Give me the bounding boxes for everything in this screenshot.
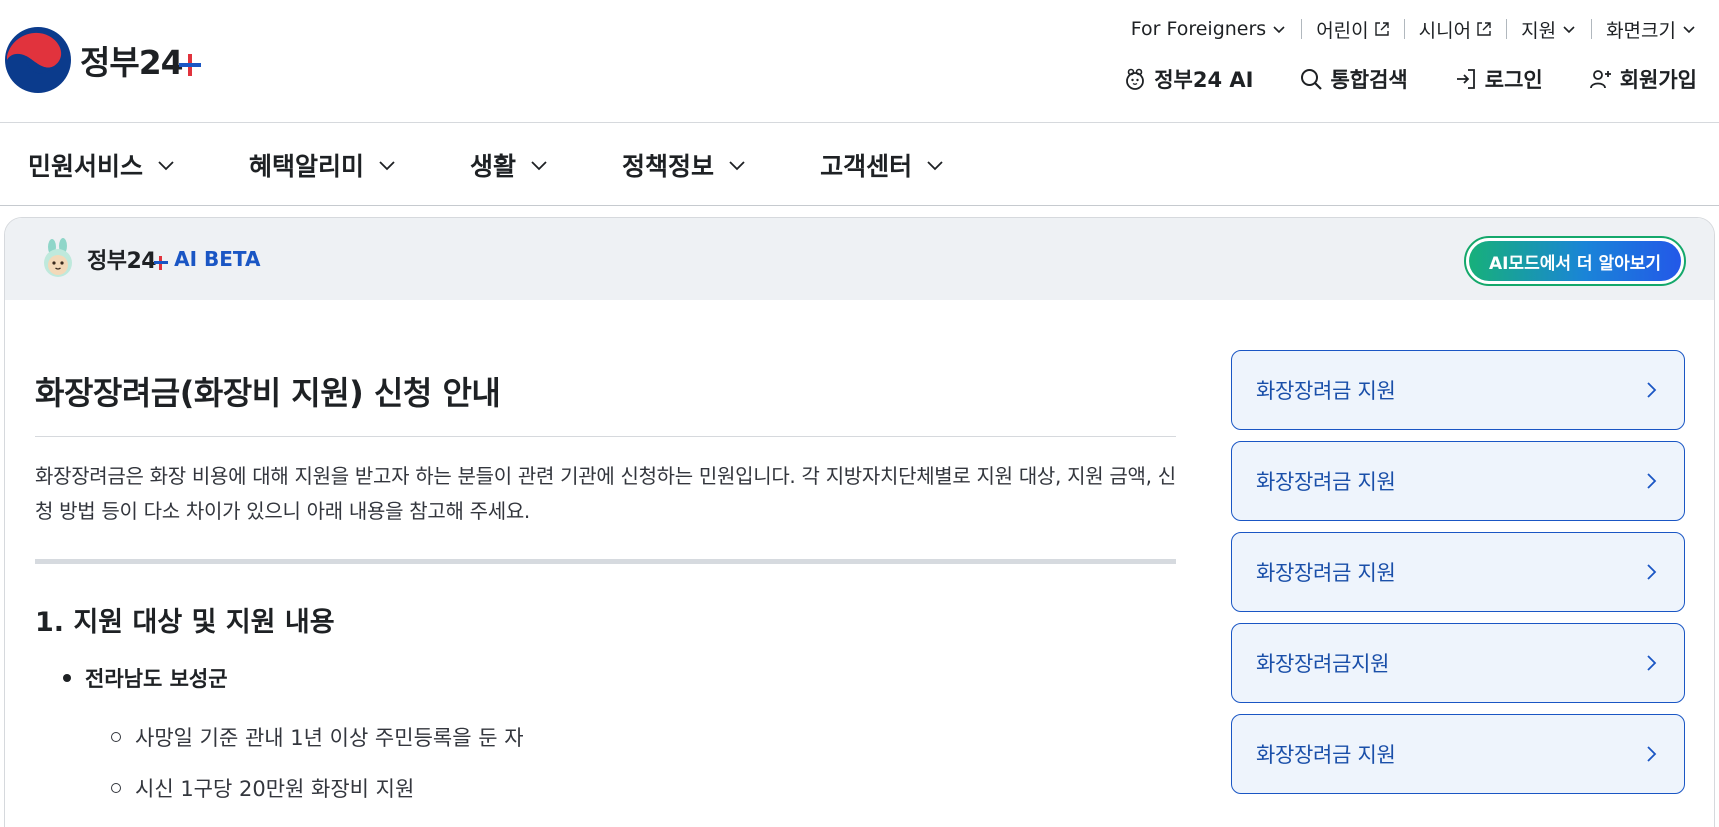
detail-item: 시신 1구당 20만원 화장비 지원 <box>111 762 1176 813</box>
rabbit-mascot-icon <box>44 238 72 277</box>
ai-mode-button[interactable]: AI모드에서 더 알아보기 <box>1464 236 1686 286</box>
gnb-item-benefit-alert[interactable]: 혜택알리미 <box>249 147 398 183</box>
related-service-card[interactable]: 화장장려금 지원 <box>1231 714 1685 794</box>
taegeuk-emblem-icon <box>5 27 71 93</box>
login-button[interactable]: 로그인 <box>1454 64 1543 94</box>
logo-wordmark: 정부24 <box>80 36 184 84</box>
site-header: 정부24 For Foreigners 어린이 시니어 지원 화면크기 정부24… <box>0 0 1719 123</box>
logo-plus-icon <box>154 256 169 270</box>
gov24-ai-label: 정부24 AI <box>1154 68 1254 92</box>
chevron-down-icon <box>379 161 395 171</box>
ai-brand-text: 정부24 <box>87 249 157 274</box>
section-divider <box>35 559 1176 564</box>
circle-bullet-icon <box>111 731 121 742</box>
chevron-down-icon <box>927 161 943 171</box>
detail-item: 사망일 기준 관내 1년 이상 주민등록을 둔 자 <box>111 711 1176 762</box>
chevron-right-icon <box>1647 382 1657 398</box>
ai-answer-panel: 정부24 AI BETA AI모드에서 더 알아보기 화장장려금(화장비 지원)… <box>4 217 1715 827</box>
answer-article: 화장장려금(화장비 지원) 신청 안내 화장장려금은 화장 비용에 대해 지원을… <box>35 368 1176 813</box>
main-utility-nav: 정부24 AI 통합검색 로그인 회원가입 <box>1077 64 1697 94</box>
related-service-label: 화장장려금 지원 <box>1256 743 1396 767</box>
chevron-down-icon <box>1273 26 1285 34</box>
gnb-item-life[interactable]: 생활 <box>470 147 550 183</box>
util-senior[interactable]: 시니어 <box>1405 16 1506 43</box>
related-service-card[interactable]: 화장장려금 지원 <box>1231 350 1685 430</box>
chevron-right-icon <box>1647 473 1657 489</box>
related-service-label: 화장장려금 지원 <box>1256 470 1396 494</box>
article-description: 화장장려금은 화장 비용에 대해 지원을 받고자 하는 분들이 관련 기관에 신… <box>35 464 1176 523</box>
related-service-label: 화장장려금지원 <box>1256 652 1390 676</box>
util-screen-size[interactable]: 화면크기 <box>1592 16 1697 43</box>
gnb-item-policy-info[interactable]: 정책정보 <box>622 147 748 183</box>
gnb-label: 혜택알리미 <box>249 152 365 181</box>
signup-button[interactable]: 회원가입 <box>1589 64 1697 94</box>
ai-logo: 정부24 AI BETA <box>37 238 260 280</box>
ai-beta-label: AI BETA <box>174 247 261 271</box>
chevron-right-icon <box>1647 655 1657 671</box>
mascot-icon <box>1126 68 1145 90</box>
gnb-label: 민원서비스 <box>28 152 144 181</box>
global-nav-list: 민원서비스 혜택알리미 생활 정책정보 고객센터 <box>0 124 1719 206</box>
related-service-card[interactable]: 화장장려금 지원 <box>1231 532 1685 612</box>
gnb-label: 정책정보 <box>622 152 715 181</box>
gnb-item-customer-center[interactable]: 고객센터 <box>820 147 946 183</box>
gnb-label: 생활 <box>470 152 517 181</box>
circle-bullet-icon <box>111 782 121 793</box>
region-item: 전라남도 보성군 <box>63 663 1176 693</box>
user-add-icon <box>1589 70 1611 89</box>
search-label: 통합검색 <box>1330 68 1408 92</box>
search-icon <box>1301 69 1323 90</box>
detail-text: 시신 1구당 20만원 화장비 지원 <box>135 776 415 801</box>
chevron-right-icon <box>1647 746 1657 762</box>
gnb-item-civil-service[interactable]: 민원서비스 <box>28 147 177 183</box>
gov24-ai-button[interactable]: 정부24 AI <box>1123 64 1253 94</box>
util-label: For Foreigners <box>1130 18 1267 40</box>
related-service-label: 화장장려금 지원 <box>1256 379 1396 403</box>
global-nav: 민원서비스 혜택알리미 생활 정책정보 고객센터 <box>0 124 1719 206</box>
util-label: 시니어 <box>1418 19 1472 42</box>
chevron-right-icon <box>1647 564 1657 580</box>
region-name: 전라남도 보성군 <box>85 667 228 691</box>
logo-text: 정부24 <box>80 43 184 82</box>
signup-label: 회원가입 <box>1619 68 1697 92</box>
util-label: 지원 <box>1521 19 1557 42</box>
integrated-search-button[interactable]: 통합검색 <box>1299 64 1408 94</box>
util-label: 화면크기 <box>1606 19 1676 42</box>
section-title: 1. 지원 대상 및 지원 내용 <box>35 607 335 638</box>
login-icon <box>1456 69 1475 89</box>
detail-text: 사망일 기준 관내 1년 이상 주민등록을 둔 자 <box>135 725 524 750</box>
util-label: 어린이 <box>1316 19 1369 42</box>
article-title: 화장장려금(화장비 지원) 신청 안내 <box>35 368 1176 437</box>
ai-panel-header: 정부24 AI BETA AI모드에서 더 알아보기 <box>5 218 1714 300</box>
related-service-card[interactable]: 화장장려금지원 <box>1231 623 1685 703</box>
chevron-down-icon <box>1683 26 1695 34</box>
external-link-icon <box>1477 22 1491 36</box>
related-services: 화장장려금 지원 화장장려금 지원 화장장려금 지원 화장장려금지원 화장장려금… <box>1231 350 1685 805</box>
chevron-down-icon <box>158 161 174 171</box>
related-service-card[interactable]: 화장장려금 지원 <box>1231 441 1685 521</box>
region-list: 전라남도 보성군 <box>35 663 1176 693</box>
bullet-icon <box>63 674 71 682</box>
chevron-down-icon <box>531 161 547 171</box>
gnb-label: 고객센터 <box>820 152 913 181</box>
login-label: 로그인 <box>1484 68 1543 92</box>
site-logo[interactable]: 정부24 <box>4 26 201 94</box>
detail-list: 사망일 기준 관내 1년 이상 주민등록을 둔 자 시신 1구당 20만원 화장… <box>35 711 1176 813</box>
external-link-icon <box>1374 22 1389 36</box>
chevron-down-icon <box>1563 26 1575 34</box>
related-service-label: 화장장려금 지원 <box>1256 561 1396 585</box>
util-kids[interactable]: 어린이 <box>1302 16 1403 43</box>
ai-mode-button-label: AI모드에서 더 알아보기 <box>1469 241 1681 281</box>
util-support[interactable]: 지원 <box>1507 16 1591 43</box>
utility-nav: For Foreigners 어린이 시니어 지원 화면크기 <box>1117 16 1697 42</box>
logo-plus-icon <box>178 54 201 76</box>
util-for-foreigners[interactable]: For Foreigners <box>1117 18 1301 40</box>
chevron-down-icon <box>729 161 745 171</box>
